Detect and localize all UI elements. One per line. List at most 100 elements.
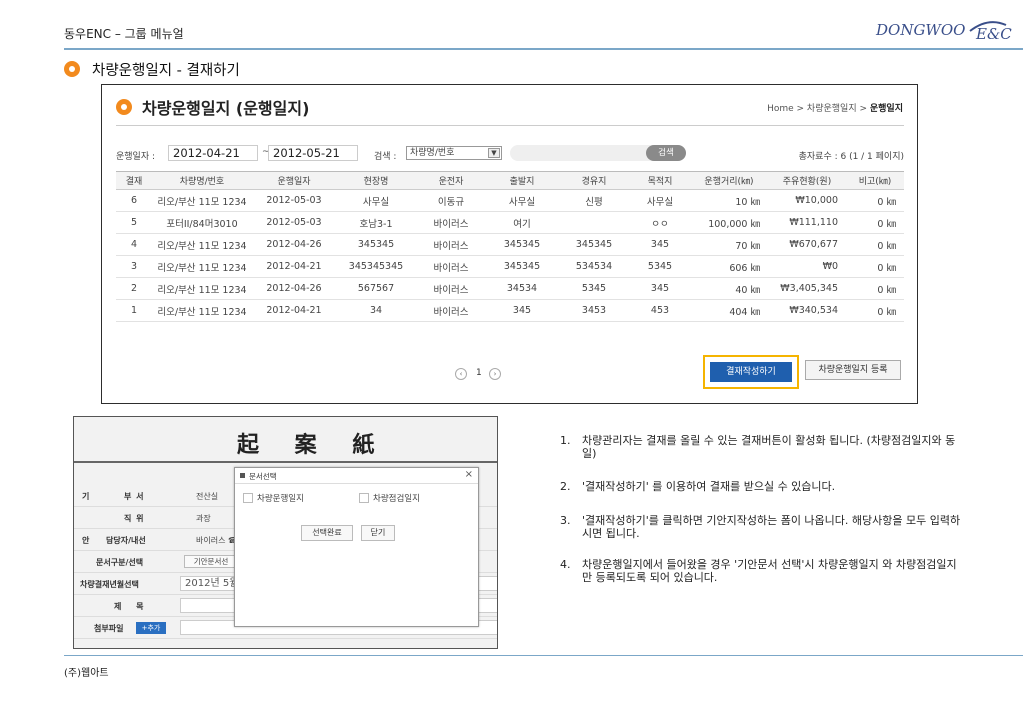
date-range-label: 운행일자 : bbox=[116, 152, 156, 162]
cell-note: 0 ㎞ bbox=[846, 211, 904, 234]
breadcrumb: Home > 차량운행일지 > 운행일지 bbox=[767, 104, 903, 114]
table-row[interactable]: 1 리오/부산 11모 1234 2012-04-21 34 바이러스 345 … bbox=[116, 299, 904, 322]
modal-title-icon bbox=[240, 473, 245, 478]
checkbox[interactable] bbox=[359, 493, 369, 503]
vehicle-log-table: 결재 차량명/번호 운행일자 현장명 운전자 출발지 경유지 목적지 운행거리(… bbox=[116, 171, 904, 322]
cell-note: 0 ㎞ bbox=[846, 255, 904, 278]
cell-car[interactable]: 리오/부산 11모 1234 bbox=[152, 299, 252, 322]
column-header: 운행거리(㎞) bbox=[690, 171, 768, 190]
table-header-row: 결재 차량명/번호 운행일자 현장명 운전자 출발지 경유지 목적지 운행거리(… bbox=[116, 171, 904, 190]
cell-to: 345 bbox=[630, 233, 690, 256]
next-page-icon[interactable]: › bbox=[489, 368, 501, 380]
confirm-selection-button[interactable]: 선택완료 bbox=[301, 525, 353, 541]
cell-fuel: ₩670,677 bbox=[768, 233, 846, 256]
total-count: 총자료수 : 6 (1 / 1 페이지) bbox=[798, 152, 904, 162]
cell-car[interactable]: 리오/부산 11모 1234 bbox=[152, 189, 252, 212]
cell-car[interactable]: 포터II/84머3010 bbox=[152, 211, 252, 234]
column-header: 운전자 bbox=[416, 171, 486, 190]
cell-via: 534534 bbox=[558, 255, 630, 278]
draft-form-screenshot: 起 案 紙 기 부 서 전산실 직 위 과장 안 담당자/내선 바이러스 ☎ C… bbox=[73, 416, 498, 649]
dept-value: 전산실 bbox=[196, 492, 219, 501]
table-row[interactable]: 3 리오/부산 11모 1234 2012-04-21 345345345 바이… bbox=[116, 255, 904, 278]
cell-distance: 40 ㎞ bbox=[690, 277, 768, 300]
search-button[interactable]: 검색 bbox=[646, 145, 686, 161]
cell-car[interactable]: 리오/부산 11모 1234 bbox=[152, 277, 252, 300]
search-input[interactable] bbox=[510, 145, 662, 161]
bullet-icon bbox=[64, 61, 80, 77]
cell-from: 여기 bbox=[486, 211, 558, 234]
logo-subtext: E&C bbox=[976, 25, 1012, 43]
cell-car[interactable]: 리오/부산 11모 1234 bbox=[152, 233, 252, 256]
cell-from: 345345 bbox=[486, 233, 558, 256]
column-header: 경유지 bbox=[558, 171, 630, 190]
company-logo: DONGWOO E&C bbox=[876, 19, 1012, 47]
breadcrumb-home[interactable]: Home bbox=[767, 104, 794, 114]
document-title: 동우ENC – 그룹 메뉴얼 bbox=[64, 27, 184, 41]
cell-approval: 3 bbox=[116, 255, 152, 278]
cell-distance: 100,000 ㎞ bbox=[690, 211, 768, 234]
cell-fuel: ₩3,405,345 bbox=[768, 277, 846, 300]
close-icon[interactable]: × bbox=[465, 469, 473, 480]
side-label-top: 기 bbox=[82, 492, 90, 501]
cell-driver: 바이러스 bbox=[416, 233, 486, 256]
section-title-text: 차량운행일지 - 결재하기 bbox=[92, 63, 240, 79]
cell-distance: 404 ㎞ bbox=[690, 299, 768, 322]
modal-close-button[interactable]: 닫기 bbox=[361, 525, 395, 541]
cell-date: 2012-05-03 bbox=[252, 211, 336, 234]
cell-via: 3453 bbox=[558, 299, 630, 322]
date-to-input[interactable]: 2012-05-21 bbox=[268, 145, 358, 161]
cell-via: 345345 bbox=[558, 233, 630, 256]
option-label: 차량운행일지 bbox=[257, 494, 304, 504]
prev-page-icon[interactable]: ‹ bbox=[455, 368, 467, 380]
register-log-button[interactable]: 차량운행일지 등록 bbox=[805, 360, 901, 380]
table-row[interactable]: 2 리오/부산 11모 1234 2012-04-26 567567 바이러스 … bbox=[116, 277, 904, 300]
cell-fuel: ₩340,534 bbox=[768, 299, 846, 322]
cell-date: 2012-04-21 bbox=[252, 255, 336, 278]
approve-button[interactable]: 결재작성하기 bbox=[710, 362, 792, 382]
breadcrumb-parent[interactable]: 차량운행일지 bbox=[807, 104, 857, 114]
cell-note: 0 ㎞ bbox=[846, 277, 904, 300]
column-header: 목적지 bbox=[630, 171, 690, 190]
cell-date: 2012-04-26 bbox=[252, 277, 336, 300]
cell-driver: 바이러스 bbox=[416, 255, 486, 278]
column-header: 출발지 bbox=[486, 171, 558, 190]
option-label: 차량점검일지 bbox=[373, 494, 420, 504]
column-header: 운행일자 bbox=[252, 171, 336, 190]
table-row[interactable]: 6 리오/부산 11모 1234 2012-05-03 사무실 이동규 사무실 … bbox=[116, 189, 904, 212]
document-header: 동우ENC – 그룹 메뉴얼 DONGWOO E&C bbox=[0, 0, 1023, 48]
chevron-down-icon: ▼ bbox=[488, 148, 500, 158]
month-label: 차량결재년월선택 bbox=[80, 580, 139, 589]
doc-type-label: 문서구분/선택 bbox=[96, 558, 144, 567]
table-row[interactable]: 5 포터II/84머3010 2012-05-03 호남3-1 바이러스 여기 … bbox=[116, 211, 904, 234]
cell-via: 5345 bbox=[558, 277, 630, 300]
cell-site: 345345345 bbox=[336, 255, 416, 278]
page-title-text: 차량운행일지 (운행일지) bbox=[142, 99, 310, 118]
column-header: 차량명/번호 bbox=[152, 171, 252, 190]
attach-label: 첨부파일 bbox=[94, 624, 124, 633]
cell-via bbox=[558, 211, 630, 234]
cell-car[interactable]: 리오/부산 11모 1234 bbox=[152, 255, 252, 278]
column-header: 결재 bbox=[116, 171, 152, 190]
cell-approval: 2 bbox=[116, 277, 152, 300]
approve-highlight: 결재작성하기 bbox=[703, 355, 799, 389]
subject-label: 제 목 bbox=[114, 602, 150, 611]
cell-driver: 바이러스 bbox=[416, 277, 486, 300]
cell-fuel: ₩10,000 bbox=[768, 189, 846, 212]
table-row[interactable]: 4 리오/부산 11모 1234 2012-04-26 345345 바이러스 … bbox=[116, 233, 904, 256]
cell-approval: 1 bbox=[116, 299, 152, 322]
cell-site: 34 bbox=[336, 299, 416, 322]
person-label: 담당자/내선 bbox=[106, 536, 146, 545]
checkbox[interactable] bbox=[243, 493, 253, 503]
add-attachment-button[interactable]: +추가 bbox=[136, 622, 166, 634]
cell-from: 345345 bbox=[486, 255, 558, 278]
doc-type-button[interactable]: 기안문서선 bbox=[184, 555, 238, 568]
cell-driver: 이동규 bbox=[416, 189, 486, 212]
logo-text: DONGWOO bbox=[876, 21, 966, 39]
cell-from: 사무실 bbox=[486, 189, 558, 212]
cell-note: 0 ㎞ bbox=[846, 299, 904, 322]
vehicle-log-screenshot: 차량운행일지 (운행일지) Home > 차량운행일지 > 운행일지 운행일자 … bbox=[101, 84, 918, 404]
date-from-input[interactable]: 2012-04-21 bbox=[168, 145, 258, 161]
search-field-select[interactable]: 차량명/번호 ▼ bbox=[406, 146, 502, 160]
current-page[interactable]: 1 bbox=[476, 368, 482, 378]
form-title-divider bbox=[74, 461, 497, 463]
